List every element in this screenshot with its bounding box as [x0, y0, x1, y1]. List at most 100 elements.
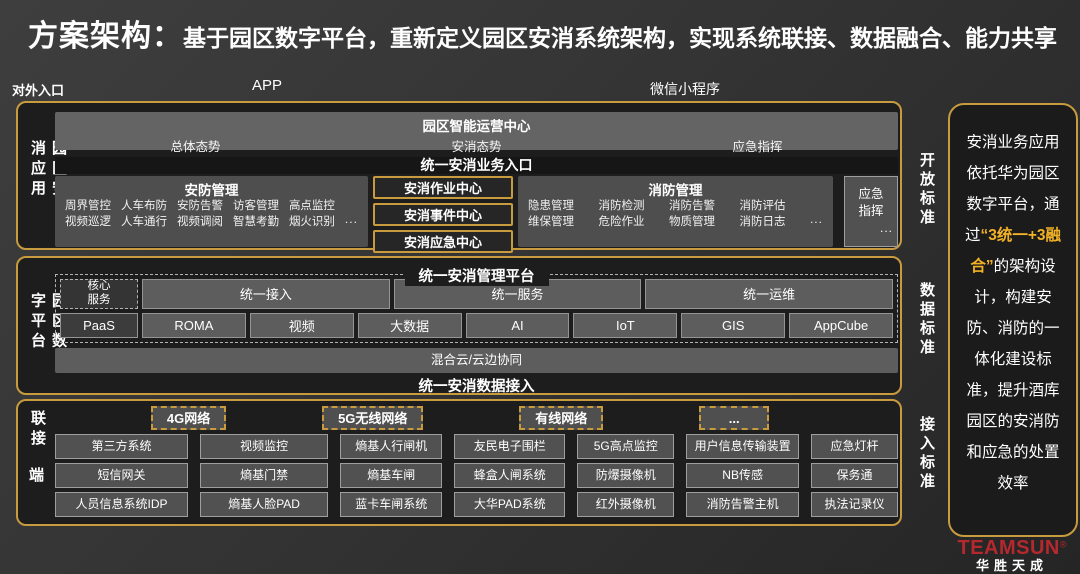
- ops-item-overall-situation: 总体态势: [55, 136, 336, 155]
- fire-item: 消防检测: [598, 199, 644, 215]
- component-gis: GIS: [681, 313, 785, 338]
- security-col: 人车布防人车通行: [121, 199, 167, 230]
- device-box: 熵基门禁: [200, 463, 328, 488]
- security-item: 智慧考勤: [233, 215, 279, 231]
- section-campus-safety-apps: 园区安消应用 园区智能运营中心 总体态势 安消态势 应急指挥 统一安消业务入口 …: [16, 101, 902, 250]
- device-box: 应急灯杆: [811, 434, 898, 459]
- security-more-dots: ...: [345, 211, 358, 230]
- device-box: 第三方系统: [55, 434, 188, 459]
- device-box: 友民电子围栏: [454, 434, 565, 459]
- security-management-items: 周界管控视频巡逻 人车布防人车通行 安防告警视频调阅 访客管理智慧考勤 高点监控…: [63, 198, 360, 230]
- unified-center-stack: 安消作业中心 安消事件中心 安消应急中心: [373, 176, 513, 247]
- app-entry-label: APP: [252, 77, 282, 94]
- security-item: 周界管控: [65, 199, 111, 215]
- apps-row: 安防管理 周界管控视频巡逻 人车布防人车通行 安防告警视频调阅 访客管理智慧考勤…: [55, 176, 898, 247]
- component-iot: IoT: [573, 313, 677, 338]
- component-roma: ROMA: [142, 313, 246, 338]
- fire-more-dots: ...: [810, 211, 823, 230]
- fire-col: 消防检测危险作业: [598, 199, 644, 230]
- fire-item: 维保管理: [528, 215, 574, 231]
- hybrid-cloud-bar: 混合云/云边协同: [55, 348, 898, 373]
- device-box: 短信网关: [55, 463, 188, 488]
- device-box: 5G高点监控: [577, 434, 674, 459]
- summary-panel: 安消业务应用依托华为园区数字平台，通过“3统一+3融合”的架构设计，构建安防、消…: [948, 103, 1078, 537]
- device-box: 红外摄像机: [577, 492, 674, 517]
- operation-center-box: 安消作业中心: [373, 176, 513, 199]
- ops-item-emergency-command: 应急指挥: [617, 136, 898, 155]
- fire-col: 消防告警物质管理: [669, 199, 715, 230]
- standard-access-label: 接入标准: [916, 416, 937, 492]
- device-box: 蓝卡车闸系统: [340, 492, 442, 517]
- device-box: NB传感: [686, 463, 799, 488]
- component-bigdata: 大数据: [358, 313, 462, 338]
- device-box: 保务通: [811, 463, 898, 488]
- device-box: 熵基车闸: [340, 463, 442, 488]
- component-ai: AI: [466, 313, 570, 338]
- section-label-edge: 端: [29, 464, 49, 485]
- company-logo: TEAMSUN® 华胜天成: [944, 537, 1080, 573]
- fire-col: 消防评估消防日志: [739, 199, 785, 230]
- fire-item: 消防评估: [739, 199, 785, 215]
- fire-management-box: 消防管理 隐患管理维保管理 消防检测危险作业 消防告警物质管理 消防评估消防日志…: [518, 176, 833, 247]
- fire-item: 消防告警: [669, 199, 715, 215]
- emergency-more-dots: ...: [880, 220, 897, 237]
- external-entry-label: 对外入口: [12, 80, 64, 99]
- core-service-box: 核心 服务: [60, 279, 138, 309]
- device-box: 防爆摄像机: [577, 463, 674, 488]
- component-appcube: AppCube: [789, 313, 893, 338]
- security-col: 周界管控视频巡逻: [65, 199, 111, 230]
- security-item: 视频巡逻: [65, 215, 111, 231]
- security-item: 烟火识别: [289, 215, 335, 231]
- fire-item: 物质管理: [669, 215, 715, 231]
- fire-management-items: 隐患管理维保管理 消防检测危险作业 消防告警物质管理 消防评估消防日志 ...: [526, 198, 825, 230]
- unified-data-access-heading: 统一安消数据接入: [55, 375, 898, 396]
- standard-open-label: 开放标准: [916, 152, 937, 228]
- registered-mark-icon: ®: [1060, 540, 1067, 550]
- network-4g-box: 4G网络: [151, 406, 226, 430]
- fire-col: 隐患管理维保管理: [528, 199, 574, 230]
- network-row: 4G网络 5G无线网络 有线网络 ...: [55, 406, 865, 430]
- fire-item: 危险作业: [598, 215, 644, 231]
- device-box: 用户信息传输装置: [686, 434, 799, 459]
- unified-platform-wrap: 统一安消管理平台 核心 服务 统一接入 统一服务 统一运维 PaaS ROMA …: [55, 274, 898, 343]
- standard-data-label: 数据标准: [916, 282, 937, 358]
- device-grid: 第三方系统 视频监控 熵基人行闸机 友民电子围栏 5G高点监控 用户信息传输装置…: [55, 434, 898, 517]
- section-connection-devices: 联接 端 4G网络 5G无线网络 有线网络 ... 第三方系统 视频监控 熵基人…: [16, 399, 902, 526]
- ops-center-items: 总体态势 安消态势 应急指挥: [55, 136, 898, 155]
- network-wired-box: 有线网络: [519, 406, 603, 430]
- ops-center-title: 园区智能运营中心: [55, 112, 898, 135]
- network-more-box: ...: [699, 406, 769, 430]
- device-box: 熵基人行闸机: [340, 434, 442, 459]
- fire-management-title: 消防管理: [526, 179, 825, 198]
- event-center-box: 安消事件中心: [373, 203, 513, 226]
- core-service-line2: 服务: [88, 294, 111, 308]
- section-campus-digital-platform: 园区数字平台 统一安消管理平台 核心 服务 统一接入 统一服务 统一运维 Paa…: [16, 256, 902, 395]
- title-subtitle: 基于园区数字平台，重新定义园区安消系统架构，实现系统联接、数据融合、能力共享: [183, 25, 1057, 51]
- security-col: 安防告警视频调阅: [177, 199, 223, 230]
- security-item: 访客管理: [233, 199, 279, 215]
- device-box: 蜂盒人闸系统: [454, 463, 565, 488]
- core-service-line1: 核心: [88, 280, 111, 294]
- unified-ops-box: 统一运维: [645, 279, 893, 309]
- device-box: 大华PAD系统: [454, 492, 565, 517]
- device-box: 消防告警主机: [686, 492, 799, 517]
- security-management-title: 安防管理: [63, 179, 360, 198]
- device-box: 视频监控: [200, 434, 328, 459]
- intelligent-ops-center-bar: 园区智能运营中心 总体态势 安消态势 应急指挥: [55, 112, 898, 150]
- wechat-miniprogram-label: 微信小程序: [650, 79, 720, 99]
- fire-item: 消防日志: [739, 215, 785, 231]
- security-col: 高点监控烟火识别: [289, 199, 335, 230]
- security-management-box: 安防管理 周界管控视频巡逻 人车布防人车通行 安防告警视频调阅 访客管理智慧考勤…: [55, 176, 368, 247]
- emergency-line1: 应急: [858, 186, 883, 203]
- security-item: 人车布防: [121, 199, 167, 215]
- network-5g-box: 5G无线网络: [322, 406, 423, 430]
- component-video: 视频: [250, 313, 354, 338]
- section-label-connection: 联接: [27, 410, 48, 450]
- security-item: 安防告警: [177, 199, 223, 215]
- platform-row-components: PaaS ROMA 视频 大数据 AI IoT GIS AppCube: [60, 313, 893, 338]
- device-box: 执法记录仪: [811, 492, 898, 517]
- emergency-line2: 指挥: [858, 203, 883, 220]
- security-item: 高点监控: [289, 199, 335, 215]
- security-item: 人车通行: [121, 215, 167, 231]
- emergency-center-box: 安消应急中心: [373, 230, 513, 253]
